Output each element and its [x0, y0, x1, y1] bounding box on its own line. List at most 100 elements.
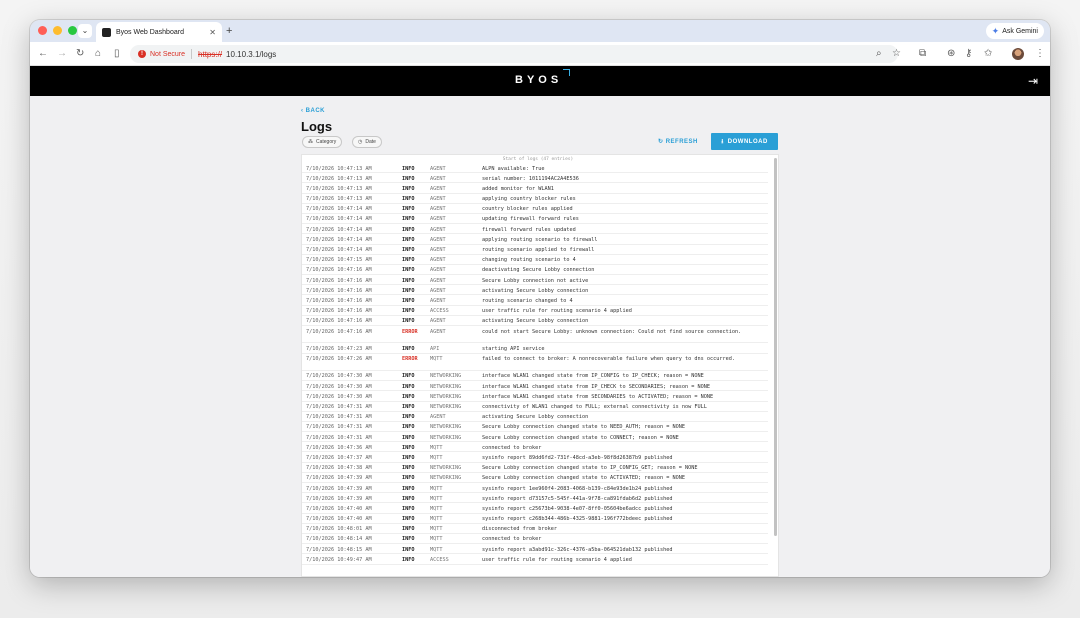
log-table: 7/10/2026 10:47:13 AM INFO AGENT ALPN avail… [302, 163, 774, 565]
profile-avatar[interactable] [1012, 48, 1024, 60]
log-time: 7/10/2026 10:47:36 AM [306, 444, 372, 451]
not-secure-label[interactable]: Not Secure [150, 51, 185, 58]
bookmark-star-icon[interactable]: ☆ [892, 47, 901, 61]
log-message: sysinfo report c25673b4-9038-4e07-8ff0-0… [482, 505, 673, 512]
bookmarks-icon[interactable]: ✩ [984, 47, 992, 61]
log-row: 7/10/2026 10:47:30 AM INFO NETWORKING inter… [302, 391, 768, 402]
logout-icon[interactable]: ⇥ [1028, 74, 1038, 88]
log-message: failed to connect to broker: A nonrecove… [482, 356, 735, 363]
log-scrollbar[interactable] [774, 158, 777, 536]
log-row: 7/10/2026 10:48:01 AM INFO MQTT disconnecte… [302, 524, 768, 534]
refresh-button[interactable]: ↻ REFRESH [658, 138, 698, 145]
close-window-button[interactable] [38, 26, 47, 35]
category-filter-chip[interactable]: ⁂ Category [302, 136, 343, 148]
log-message: could not start Secure Lobby: unknown co… [482, 328, 742, 335]
back-arrow-icon[interactable]: ← [38, 47, 48, 61]
log-category: ACCESS [430, 556, 449, 563]
log-time: 7/10/2026 10:47:15 AM [306, 257, 372, 264]
sidebar-panel-icon[interactable]: ▯ [114, 47, 120, 61]
log-time: 7/10/2026 10:47:26 AM [306, 356, 372, 363]
log-time: 7/10/2026 10:47:13 AM [306, 175, 372, 182]
log-level: INFO [402, 308, 415, 315]
log-row: 7/10/2026 10:47:16 AM INFO AGENT Secure Lob… [302, 275, 768, 286]
log-message: sysinfo report a3abd91c-326c-4376-a5ba-0… [482, 546, 673, 553]
log-message: interface WLAN1 changed state from IP_CO… [482, 373, 704, 380]
log-message: disconnected from broker [482, 526, 557, 533]
log-category: NETWORKING [430, 383, 462, 390]
home-icon[interactable]: ⌂ [95, 47, 101, 61]
log-row: 7/10/2026 10:47:16 AM INFO ACCESS user traf… [302, 306, 768, 316]
tab-search-chevron-icon[interactable]: ⌄ [78, 24, 92, 38]
log-category: AGENT [430, 287, 446, 294]
new-tab-plus-icon[interactable]: + [226, 24, 232, 38]
web-content: BYOS ⇥ ‹ BACK Logs ⁂ Category ◷ Date ↻ R… [30, 66, 1050, 577]
log-row: 7/10/2026 10:47:15 AM INFO AGENT changing r… [302, 255, 768, 265]
browser-tab-active[interactable]: Byos Web Dashboard ✕ [96, 22, 222, 42]
log-category: AGENT [430, 185, 446, 192]
app-header: BYOS ⇥ [30, 66, 1050, 96]
log-category: AGENT [430, 196, 446, 203]
forward-arrow-icon[interactable]: → [57, 47, 67, 61]
byos-logo[interactable]: BYOS [515, 74, 562, 86]
maximize-window-button[interactable] [68, 26, 77, 35]
minimize-window-button[interactable] [53, 26, 62, 35]
log-message: changing routing scenario to 4 [482, 257, 576, 264]
reload-icon[interactable]: ↻ [76, 47, 84, 61]
log-level: INFO [402, 318, 415, 325]
log-category: MQTT [430, 516, 443, 523]
log-level: INFO [402, 505, 415, 512]
log-category: MQTT [430, 505, 443, 512]
log-level: INFO [402, 345, 415, 352]
ask-gemini-button[interactable]: ✦ Ask Gemini [985, 23, 1044, 39]
log-time: 7/10/2026 10:47:16 AM [306, 287, 372, 294]
log-time: 7/10/2026 10:47:30 AM [306, 373, 372, 380]
log-category: NETWORKING [430, 424, 462, 431]
log-level: INFO [402, 236, 415, 243]
log-time: 7/10/2026 10:47:13 AM [306, 185, 372, 192]
log-message: interface WLAN1 changed state from IP_CH… [482, 383, 710, 390]
log-time: 7/10/2026 10:47:23 AM [306, 345, 372, 352]
log-message: country blocker rules applied [482, 206, 573, 213]
log-time: 7/10/2026 10:47:16 AM [306, 318, 372, 325]
log-category: MQTT [430, 536, 443, 543]
log-category: MQTT [430, 444, 443, 451]
log-row: 7/10/2026 10:47:23 AM INFO API starting API… [302, 343, 768, 354]
log-level: INFO [402, 196, 415, 203]
log-category: NETWORKING [430, 393, 462, 400]
log-start-label: Start of logs (47 entries) [502, 157, 574, 162]
zoom-icon[interactable]: ⌕ [876, 47, 882, 61]
password-key-icon[interactable]: ⚷ [965, 47, 972, 61]
log-message: sysinfo report 1ee960f4-2083-4068-b139-c… [482, 485, 673, 492]
address-bar[interactable]: ! Not Secure https://10.10.3.1/logs [130, 45, 898, 63]
log-level: INFO [402, 424, 415, 431]
log-time: 7/10/2026 10:47:31 AM [306, 414, 372, 421]
log-category: AGENT [430, 318, 446, 325]
log-level: INFO [402, 536, 415, 543]
log-category: AGENT [430, 175, 446, 182]
extensions-puzzle-icon[interactable]: ⧉ [919, 47, 926, 61]
log-time: 7/10/2026 10:47:14 AM [306, 236, 372, 243]
refresh-label: REFRESH [665, 139, 698, 145]
page-title: Logs [301, 119, 333, 134]
download-button[interactable]: ⭳ DOWNLOAD [711, 133, 778, 150]
log-level: INFO [402, 277, 415, 284]
log-row: 7/10/2026 10:47:13 AM INFO AGENT serial num… [302, 173, 768, 184]
browser-toolbar: ← → ↻ ⌂ ▯ ! Not Secure https://10.10.3.1… [30, 42, 1050, 66]
log-row: 7/10/2026 10:47:40 AM INFO MQTT sysinfo rep… [302, 503, 768, 514]
tab-close-icon[interactable]: ✕ [209, 28, 216, 37]
log-category: AGENT [430, 297, 446, 304]
log-time: 7/10/2026 10:47:14 AM [306, 216, 372, 223]
log-panel[interactable]: Start of logs (47 entries) 7/10/2026 10:… [301, 154, 779, 577]
date-filter-chip[interactable]: ◷ Date [352, 136, 382, 148]
log-time: 7/10/2026 10:47:13 AM [306, 165, 372, 172]
incognito-icon[interactable]: ⊛ [947, 47, 955, 61]
category-filter-label: Category [316, 139, 337, 145]
log-category: MQTT [430, 526, 443, 533]
back-label: BACK [305, 108, 326, 114]
back-link[interactable]: ‹ BACK [301, 108, 325, 114]
log-row: 7/10/2026 10:47:14 AM INFO AGENT updating f… [302, 214, 768, 225]
log-level: ERROR [402, 328, 418, 335]
browser-menu-kebab-icon[interactable]: ⋮ [1035, 47, 1045, 61]
log-message: deactivating Secure Lobby connection [482, 267, 595, 274]
log-message: sysinfo report 89dd6fd2-731f-48cd-a3eb-9… [482, 454, 673, 461]
